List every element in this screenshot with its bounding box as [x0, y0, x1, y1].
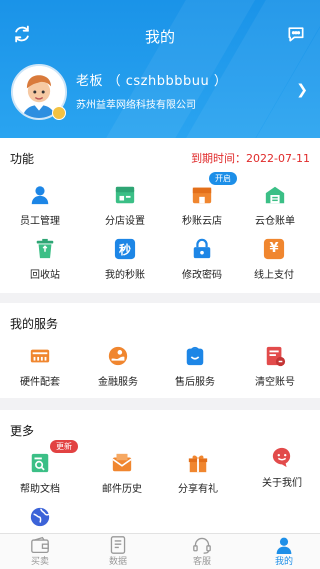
grid-item-label: 清空账号: [255, 377, 295, 388]
tab-customer-service[interactable]: 客服: [162, 534, 242, 569]
enabled-tag: 开启: [209, 172, 237, 185]
grid-item-my-miaozhang[interactable]: 秒 我的秒账: [85, 238, 165, 281]
tab-label: 买卖: [30, 557, 49, 567]
chevron-right-icon[interactable]: ❯: [296, 82, 308, 98]
cloud-store-icon: [191, 184, 213, 206]
grid-item-recycle-bin[interactable]: 回收站: [5, 238, 85, 281]
grid-item-share-gift[interactable]: 分享有礼: [158, 452, 238, 495]
grid-item-label: 修改密码: [182, 270, 222, 281]
service-bag-icon: [184, 345, 206, 367]
lock-icon: [191, 238, 213, 260]
help-doc-icon: [29, 452, 51, 474]
functions-section: 功能 到期时间：2022-07-11 员工管理 分店设置 秒账云店 开启 云仓账…: [0, 138, 320, 293]
grid-item-label: 我的秒账: [105, 270, 145, 281]
tab-trade[interactable]: 买卖: [0, 534, 80, 569]
grid-item-label: 金融服务: [98, 377, 138, 388]
tab-mine[interactable]: 我的: [244, 534, 320, 569]
hardware-icon: [29, 345, 51, 367]
grid-item-staff[interactable]: 员工管理: [0, 184, 80, 227]
grid-item-label: 线上支付: [254, 270, 294, 281]
expire-date: 到期时间：2022-07-11: [191, 152, 310, 165]
services-section: 我的服务 硬件配套 金融服务 售后服务 清空账号: [0, 303, 320, 398]
tab-label: 客服: [192, 557, 211, 567]
mail-icon: [111, 452, 133, 474]
grid-item-mail-history[interactable]: 邮件历史: [82, 452, 162, 495]
grid-item-cloud-bill[interactable]: 云仓账单: [235, 184, 315, 227]
grid-item-label: 回收站: [30, 270, 60, 281]
grid-item-label: 硬件配套: [20, 377, 60, 388]
miao-icon: 秒: [114, 238, 136, 260]
user-name: 老板 （ cszhbbbbuu ）: [76, 74, 228, 89]
grid-item-change-password[interactable]: 修改密码: [162, 238, 242, 281]
company-name: 苏州益萃网络科技有限公司: [76, 100, 196, 111]
grid-item-label: 帮助文档: [20, 484, 60, 495]
vip-badge-icon: [52, 106, 66, 120]
grid-item-about-us[interactable]: 关于我们: [242, 446, 320, 489]
update-tag: 更新: [50, 440, 78, 453]
bottom-tab-bar: 买卖 数据 客服 我的: [0, 533, 320, 569]
grid-item-clear-account[interactable]: 清空账号: [235, 345, 315, 388]
more-section: 更多 帮助文档 更新 邮件历史 分享有礼 关于我们: [0, 410, 320, 533]
grid-item-label: 分店设置: [105, 216, 145, 227]
chat-bubble-icon[interactable]: [286, 24, 306, 44]
finance-icon: [107, 345, 129, 367]
headset-icon: [192, 536, 212, 554]
grid-item-label: 分享有礼: [178, 484, 218, 495]
section-title: 我的服务: [10, 317, 59, 331]
wallet-icon: [30, 536, 50, 554]
user-icon: [274, 536, 294, 554]
grid-item-label: 秒账云店: [182, 216, 222, 227]
tab-data[interactable]: 数据: [78, 534, 158, 569]
grid-item-hardware[interactable]: 硬件配套: [0, 345, 80, 388]
yuan-glyph: ¥: [269, 241, 279, 256]
grid-item-help-doc[interactable]: 帮助文档 更新: [0, 440, 80, 495]
smile-chat-icon: [271, 446, 293, 468]
page-title: 我的: [144, 28, 175, 46]
tab-label: 我的: [274, 557, 293, 567]
section-title: 功能: [10, 152, 35, 166]
grid-item-cloud-store[interactable]: 秒账云店 开启: [162, 172, 242, 227]
grid-item-globe[interactable]: [0, 506, 80, 528]
clear-account-icon: [264, 345, 286, 367]
trash-icon: [34, 238, 56, 260]
store-icon: [114, 184, 136, 206]
person-icon: [29, 184, 51, 206]
tab-label: 数据: [108, 557, 127, 567]
miao-glyph: 秒: [118, 243, 131, 257]
section-title: 更多: [10, 424, 35, 438]
grid-item-finance[interactable]: 金融服务: [78, 345, 158, 388]
grid-item-label: 关于我们: [262, 478, 302, 489]
yuan-icon: ¥: [263, 238, 285, 260]
grid-item-store-setting[interactable]: 分店设置: [85, 184, 165, 227]
grid-item-label: 云仓账单: [255, 216, 295, 227]
document-icon: [108, 536, 128, 554]
gift-icon: [187, 452, 209, 474]
grid-item-online-pay[interactable]: ¥ 线上支付: [234, 238, 314, 281]
grid-item-label: 邮件历史: [102, 484, 142, 495]
globe-icon: [29, 506, 51, 528]
profile-header: 我的 老板 （ cszhbbbbuu ） 苏州益萃网络科技有限公司 ❯: [0, 0, 320, 138]
grid-item-label: 员工管理: [20, 216, 60, 227]
warehouse-icon: [264, 184, 286, 206]
grid-item-after-sale[interactable]: 售后服务: [155, 345, 235, 388]
grid-item-label: 售后服务: [175, 377, 215, 388]
